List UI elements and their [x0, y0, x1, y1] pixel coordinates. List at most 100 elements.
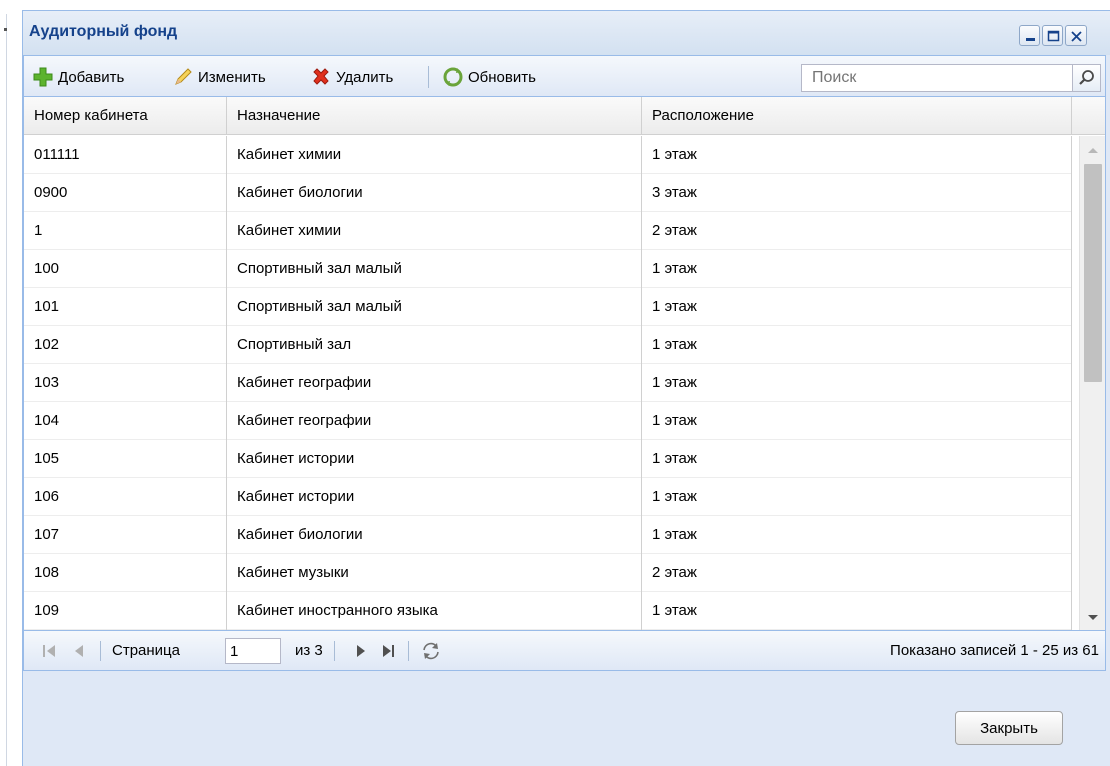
- cell-purpose: Кабинет химии: [227, 212, 642, 250]
- cell-purpose: Кабинет иностранного языка: [227, 592, 642, 630]
- cell-room-number: 109: [24, 592, 227, 630]
- refresh-button-label: Обновить: [468, 68, 536, 86]
- page-count-label: из 3: [295, 642, 323, 659]
- add-button-label: Добавить: [58, 68, 125, 86]
- table-row[interactable]: 106 Кабинет истории 1 этаж: [24, 478, 1072, 516]
- previous-page-icon[interactable]: [70, 641, 90, 661]
- classroom-fund-window: Аудиторный фонд Добавить Изменить Удалит…: [22, 10, 1110, 766]
- cell-purpose: Спортивный зал малый: [227, 250, 642, 288]
- cell-location: 1 этаж: [642, 440, 1072, 478]
- grid-header: Номер кабинета Назначение Расположение: [24, 97, 1105, 135]
- cell-purpose: Кабинет истории: [227, 478, 642, 516]
- table-row[interactable]: 101 Спортивный зал малый 1 этаж: [24, 288, 1072, 326]
- paging-toolbar: Страница из 3 Показано записей 1 - 25 из…: [24, 630, 1105, 670]
- toolbar-separator: [428, 66, 429, 88]
- cell-room-number: 1: [24, 212, 227, 250]
- left-edge-dot: [4, 28, 7, 31]
- table-row[interactable]: 109 Кабинет иностранного языка 1 этаж: [24, 592, 1072, 630]
- cell-room-number: 106: [24, 478, 227, 516]
- cell-purpose: Спортивный зал: [227, 326, 642, 364]
- table-row[interactable]: 105 Кабинет истории 1 этаж: [24, 440, 1072, 478]
- close-button[interactable]: Закрыть: [955, 711, 1063, 745]
- table-row[interactable]: 108 Кабинет музыки 2 этаж: [24, 554, 1072, 592]
- refresh-icon: [443, 67, 463, 87]
- cell-location: 3 этаж: [642, 174, 1072, 212]
- paging-separator: [408, 641, 409, 661]
- table-row[interactable]: 011111 Кабинет химии 1 этаж: [24, 136, 1072, 174]
- close-icon: [1071, 31, 1082, 42]
- cell-room-number: 103: [24, 364, 227, 402]
- cell-purpose: Кабинет биологии: [227, 174, 642, 212]
- column-header-location[interactable]: Расположение: [642, 97, 1072, 135]
- scrollbar-thumb[interactable]: [1084, 164, 1102, 382]
- table-row[interactable]: 1 Кабинет химии 2 этаж: [24, 212, 1072, 250]
- toolbar: Добавить Изменить Удалить Обновить Поиск: [24, 56, 1105, 97]
- table-row[interactable]: 100 Спортивный зал малый 1 этаж: [24, 250, 1072, 288]
- records-shown-info: Показано записей 1 - 25 из 61: [890, 642, 1099, 659]
- cell-location: 1 этаж: [642, 402, 1072, 440]
- cell-purpose: Кабинет музыки: [227, 554, 642, 592]
- edit-button-label: Изменить: [198, 68, 266, 86]
- cell-location: 1 этаж: [642, 326, 1072, 364]
- minimize-icon: [1026, 38, 1035, 41]
- maximize-button[interactable]: [1042, 25, 1063, 46]
- red-x-icon: [313, 68, 329, 85]
- grid-panel: Добавить Изменить Удалить Обновить Поиск…: [23, 55, 1106, 671]
- cell-room-number: 104: [24, 402, 227, 440]
- cell-location: 1 этаж: [642, 288, 1072, 326]
- page-label: Страница: [112, 642, 180, 659]
- next-page-icon[interactable]: [350, 641, 370, 661]
- table-row[interactable]: 102 Спортивный зал 1 этаж: [24, 326, 1072, 364]
- cell-room-number: 101: [24, 288, 227, 326]
- vertical-scrollbar[interactable]: [1079, 136, 1105, 632]
- edit-button[interactable]: Изменить: [172, 66, 266, 88]
- search-field[interactable]: [801, 64, 1101, 92]
- minimize-button[interactable]: [1019, 25, 1040, 46]
- pencil-icon: [175, 68, 192, 85]
- cell-room-number: 0900: [24, 174, 227, 212]
- first-page-icon[interactable]: [40, 641, 60, 661]
- scroll-down-arrow-icon[interactable]: [1080, 608, 1106, 628]
- cell-purpose: Кабинет географии: [227, 364, 642, 402]
- search-trigger-button[interactable]: [1072, 65, 1100, 91]
- column-header-purpose[interactable]: Назначение: [227, 97, 642, 135]
- plus-icon: [33, 67, 53, 87]
- table-row[interactable]: 104 Кабинет географии 1 этаж: [24, 402, 1072, 440]
- window-titlebar[interactable]: Аудиторный фонд: [23, 11, 1110, 55]
- cell-room-number: 107: [24, 516, 227, 554]
- page-number-input[interactable]: [225, 638, 281, 664]
- cell-location: 2 этаж: [642, 554, 1072, 592]
- paging-separator: [100, 641, 101, 661]
- delete-button[interactable]: Удалить: [310, 66, 393, 88]
- maximize-icon: [1047, 30, 1060, 42]
- cell-location: 1 этаж: [642, 136, 1072, 174]
- cell-location: 2 этаж: [642, 212, 1072, 250]
- scroll-up-arrow-icon[interactable]: [1080, 140, 1106, 160]
- refresh-page-icon[interactable]: [420, 641, 440, 661]
- cell-location: 1 этаж: [642, 364, 1072, 402]
- cell-location: 1 этаж: [642, 478, 1072, 516]
- close-window-button[interactable]: [1065, 25, 1087, 46]
- magnifier-icon: [1079, 70, 1094, 85]
- window-title: Аудиторный фонд: [29, 23, 178, 40]
- search-input[interactable]: [802, 65, 1074, 91]
- cell-room-number: 100: [24, 250, 227, 288]
- cell-purpose: Спортивный зал малый: [227, 288, 642, 326]
- cell-location: 1 этаж: [642, 592, 1072, 630]
- table-row[interactable]: 107 Кабинет биологии 1 этаж: [24, 516, 1072, 554]
- add-button[interactable]: Добавить: [32, 66, 124, 88]
- last-page-icon[interactable]: [378, 641, 398, 661]
- left-edge-divider: [6, 14, 7, 766]
- cell-room-number: 102: [24, 326, 227, 364]
- column-header-room-number[interactable]: Номер кабинета: [24, 97, 227, 135]
- cell-purpose: Кабинет истории: [227, 440, 642, 478]
- table-row[interactable]: 0900 Кабинет биологии 3 этаж: [24, 174, 1072, 212]
- cell-purpose: Кабинет биологии: [227, 516, 642, 554]
- cell-room-number: 108: [24, 554, 227, 592]
- table-row[interactable]: 103 Кабинет географии 1 этаж: [24, 364, 1072, 402]
- cell-purpose: Кабинет географии: [227, 402, 642, 440]
- cell-room-number: 011111: [24, 136, 227, 174]
- refresh-button[interactable]: Обновить: [442, 66, 536, 88]
- cell-location: 1 этаж: [642, 250, 1072, 288]
- grid-body: 011111 Кабинет химии 1 этаж 0900 Кабинет био…: [24, 136, 1105, 632]
